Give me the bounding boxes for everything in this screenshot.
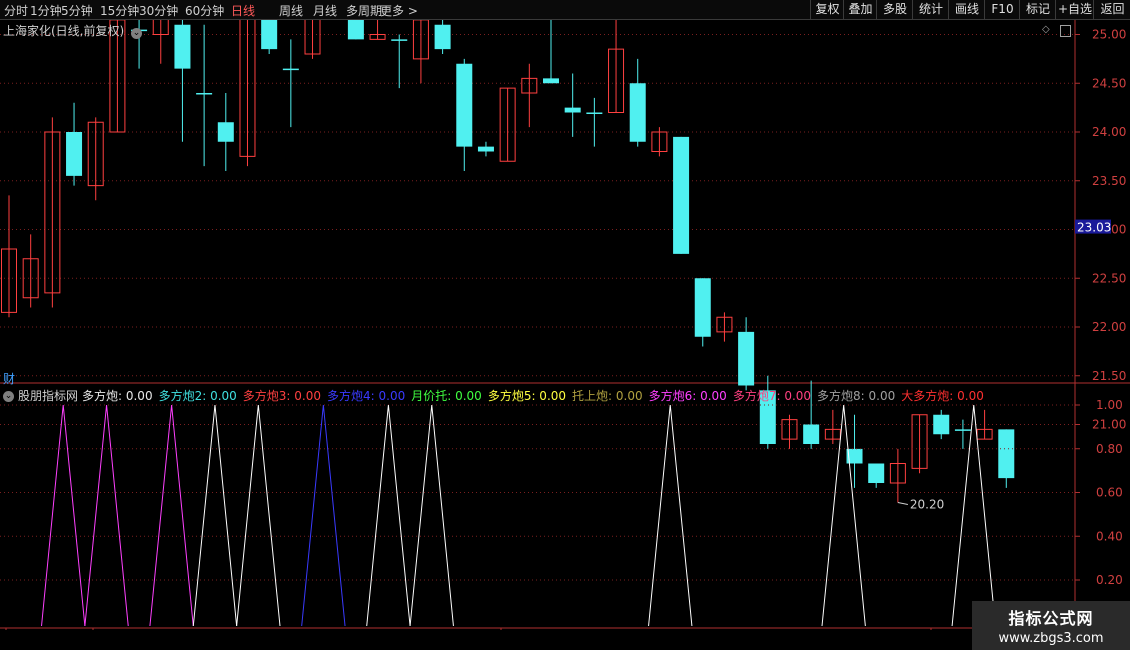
candle-body [391, 39, 408, 41]
watermark-logo: 指标公式网 www.zbgs3.com [972, 601, 1130, 650]
watermark-title: 指标公式网 [1008, 609, 1094, 628]
candle-body [933, 414, 950, 435]
candle-body [673, 136, 690, 254]
indicator-y-tick-label: 1.00 [1096, 398, 1123, 412]
candle-body [694, 278, 711, 337]
period-tab[interactable]: 多周期 [346, 2, 382, 19]
chart-title: 上海家化(日线,前复权) [3, 24, 125, 38]
indicator-legend-item: 托上炮: 0.00 [572, 389, 643, 403]
candle-body [803, 424, 820, 444]
period-tab[interactable]: 60分钟 [185, 2, 224, 19]
toolbar-button[interactable]: F10 [984, 0, 1020, 19]
indicator-legend-item: 多方炮7: 0.00 [732, 389, 812, 403]
y-tick-label: 22.50 [1092, 271, 1126, 285]
y-tick-label: 21.00 [1092, 418, 1126, 432]
toolbar-button[interactable]: 叠加 [843, 0, 877, 19]
period-tab[interactable]: 月线 [313, 2, 337, 19]
indicator-legend-item: 多方炮3: 0.00 [242, 389, 322, 403]
period-tab[interactable]: 分时 [4, 2, 28, 19]
indicator-y-tick-label: 0.40 [1096, 529, 1123, 543]
period-tab[interactable]: 30分钟 [139, 2, 178, 19]
indicator-y-tick-label: 0.80 [1096, 442, 1123, 456]
candle-body [868, 463, 885, 483]
candle-body [282, 68, 299, 71]
candle-body [66, 132, 83, 176]
indicator-spike [41, 404, 86, 627]
candle-body [543, 78, 559, 84]
indicator-spike [236, 404, 281, 627]
indicator-name[interactable]: 股朋指标网 [18, 387, 78, 404]
expand-icon[interactable] [1060, 25, 1071, 37]
y-tick-label: 23.50 [1092, 174, 1126, 188]
toolbar-button[interactable]: 标记 [1019, 0, 1056, 19]
candle-body [174, 24, 191, 69]
candle-body [954, 429, 971, 431]
y-tick-label: 21.50 [1092, 369, 1126, 383]
indicator-legend-item: 多方炮2: 0.00 [158, 389, 237, 403]
y-tick-label: 24.50 [1092, 76, 1126, 90]
indicator-legend-item: 大多方炮: 0.00 [901, 389, 984, 403]
candle-body [434, 24, 451, 50]
chart-title-bar: 上海家化(日线,前复权) ⌄ [3, 22, 143, 39]
candle-body [998, 429, 1015, 479]
candle-body [347, 20, 364, 40]
indicator-spike [301, 404, 346, 627]
chevron-down-icon[interactable]: ⌄ [131, 28, 143, 39]
kline-chart[interactable]: 26.0025.5025.0024.5024.0023.5023.0022.50… [0, 20, 1130, 630]
indicator-spike [409, 404, 454, 627]
indicator-legend-item: 月价托: 0.00 [411, 389, 482, 403]
indicator-spike [821, 404, 866, 627]
indicator-spike [84, 404, 129, 627]
candle-body [738, 331, 755, 386]
period-tab[interactable]: 周线 [279, 2, 303, 19]
watermark-url: www.zbgs3.com [998, 631, 1104, 646]
indicator-y-tick-label: 0.60 [1096, 486, 1123, 500]
y-tick-label: 22.00 [1092, 320, 1126, 334]
y-tick-label: 25.00 [1092, 28, 1126, 42]
period-tab[interactable]: 1分钟 [30, 2, 62, 19]
low-price-label: 20.20 [910, 498, 944, 512]
indicator-y-tick-label: 0.20 [1096, 573, 1123, 587]
indicator-legend: 多方炮: 0.00 多方炮2: 0.00 多方炮3: 0.00 多方炮4: 0.00 月… [82, 387, 990, 404]
candle-body [261, 20, 278, 50]
toolbar-button[interactable]: 返回 [1093, 0, 1130, 19]
indicator-settings-icon[interactable]: ⌄ [3, 387, 14, 402]
indicator-spike [192, 404, 238, 627]
y-tick-label: 24.00 [1092, 125, 1126, 139]
indicator-legend-item: 多方炮4: 0.00 [327, 389, 406, 403]
indicator-spike [366, 404, 411, 627]
indicator-spike [648, 404, 693, 627]
indicator-legend-item: 多方炮: 0.00 [82, 389, 153, 403]
period-tab[interactable]: 更多 > [380, 2, 418, 19]
toolbar-button[interactable]: 统计 [912, 0, 949, 19]
toolbar-button[interactable]: +自选 [1055, 0, 1094, 19]
candle-body [196, 93, 213, 95]
period-tab[interactable]: 15分钟 [100, 2, 139, 19]
candle-body [564, 107, 581, 113]
candle-body [477, 146, 494, 152]
indicator-legend-item: 多方炮6: 0.00 [648, 389, 727, 403]
candle-body [586, 112, 603, 114]
current-price-label: 23.03 [1077, 221, 1111, 235]
indicator-legend-item: 多方炮8: 0.00 [817, 389, 896, 403]
finance-badge[interactable]: 财 [3, 370, 15, 387]
toolbar-button[interactable]: 复权 [810, 0, 844, 19]
low-marker [897, 502, 908, 505]
diamond-icon[interactable]: ◇ [1042, 24, 1050, 35]
toolbar-button[interactable]: 多股 [876, 0, 913, 19]
indicator-spike [951, 404, 996, 627]
candle-body [629, 83, 646, 142]
period-toolbar: 分时 1分钟 5分钟 15分钟 30分钟 60分钟 日线 周线 月线 多周期 更多 > 复权 叠加 多股… [0, 0, 1130, 20]
period-tab[interactable]: 5分钟 [61, 2, 93, 19]
toolbar-button[interactable]: 画线 [948, 0, 985, 19]
candle-body [217, 122, 234, 142]
indicator-legend-item: 多方炮5: 0.00 [487, 389, 567, 403]
period-tab[interactable]: 日线 [231, 2, 255, 19]
candle-body [456, 63, 473, 147]
indicator-spike [149, 404, 194, 627]
